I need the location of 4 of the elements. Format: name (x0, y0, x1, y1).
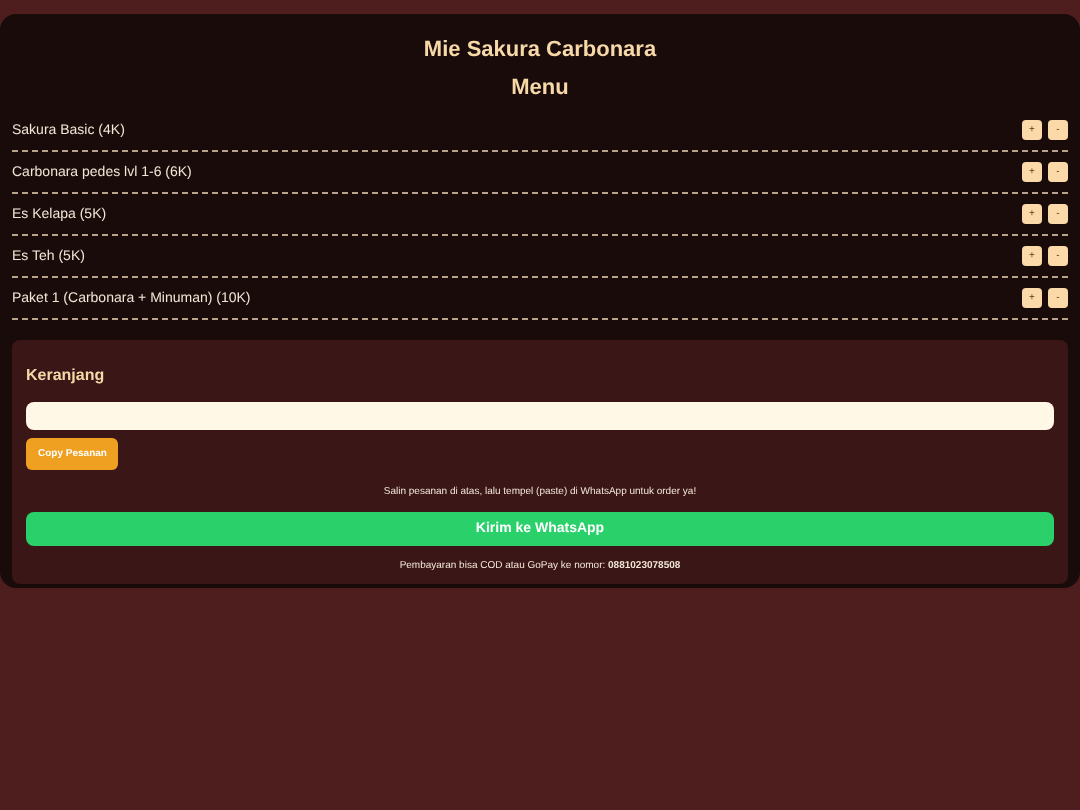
order-field[interactable] (26, 402, 1054, 430)
cart-heading: Keranjang (26, 366, 107, 384)
menu-heading: Menu (509, 76, 571, 100)
app-title: Mie Sakura Carbonara (421, 38, 659, 64)
